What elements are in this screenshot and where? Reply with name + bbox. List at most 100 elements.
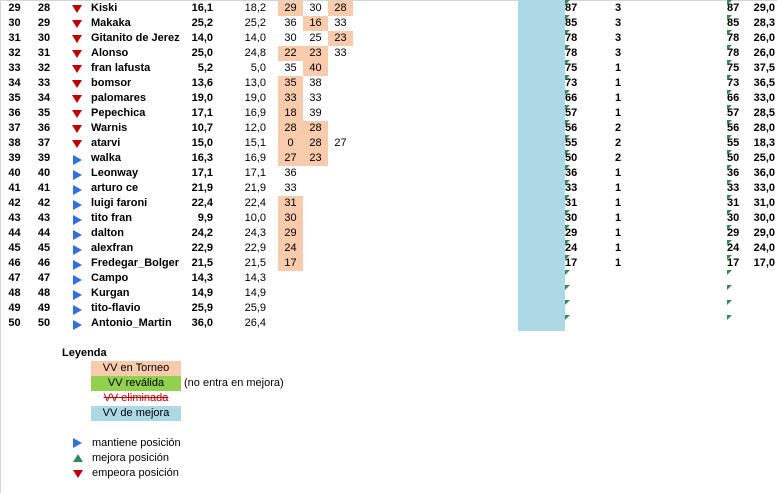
tournament-count: 1 [615, 92, 622, 104]
right-arrow-icon [73, 260, 82, 270]
comment-flag-icon [727, 0, 732, 5]
average [742, 271, 777, 286]
player-name: Pepechica [91, 107, 146, 119]
tournament-score: 28 [303, 121, 328, 136]
comment-flag-icon [565, 315, 570, 320]
down-arrow-icon [73, 470, 83, 478]
tournament-score [328, 106, 353, 121]
tournament-score: 38 [309, 77, 322, 89]
tournament-score: 23 [303, 151, 328, 166]
tournament-score [303, 196, 328, 211]
comment-flag-icon [565, 135, 570, 140]
comment-flag-icon [565, 45, 570, 50]
tournament-score: 22 [278, 46, 303, 61]
comment-flag-icon [727, 30, 732, 35]
tournament-count: 1 [615, 242, 622, 254]
tournament-score: 40 [303, 61, 328, 76]
value-2: 22,4 [244, 197, 266, 209]
player-name: walka [91, 152, 121, 164]
rank-current: 49 [8, 302, 21, 314]
tournament-score: 35 [278, 76, 303, 91]
tournament-score: 35 [284, 62, 297, 74]
rank-current: 36 [8, 107, 21, 119]
up-arrow-icon [73, 454, 83, 462]
mejora-column [518, 0, 565, 331]
rank-previous: 44 [37, 227, 51, 239]
comment-flag-icon [727, 315, 732, 320]
player-name: Leonway [91, 167, 139, 179]
average: 26,0 [753, 47, 775, 59]
player-name: palomares [91, 92, 147, 104]
comment-flag-icon [565, 210, 570, 215]
tournament-count: 2 [615, 152, 622, 164]
rank-current: 34 [8, 77, 21, 89]
rank-previous: 39 [37, 152, 51, 164]
tournament-count [615, 286, 635, 301]
value-1: 14,9 [191, 287, 213, 299]
comment-flag-icon [565, 180, 570, 185]
tournament-score: 25 [309, 32, 322, 44]
tournament-count [615, 316, 635, 331]
tournament-score [303, 271, 328, 286]
player-name: Gitanito de Jerez [91, 32, 180, 44]
rank-previous: 48 [37, 287, 51, 299]
comment-flag-icon [727, 120, 732, 125]
right-arrow-icon [73, 215, 82, 225]
comment-flag-icon [565, 120, 570, 125]
average: 26,0 [753, 32, 775, 44]
value-1: 25,0 [191, 47, 213, 59]
average: 36,5 [753, 77, 775, 89]
value-2: 22,9 [244, 242, 266, 254]
rank-current: 32 [8, 47, 21, 59]
rank-previous: 36 [37, 122, 51, 134]
value-1: 16,1 [191, 2, 213, 14]
tournament-count: 1 [615, 167, 622, 179]
average [742, 286, 777, 301]
average: 33,0 [753, 92, 775, 104]
tournament-score [328, 121, 353, 136]
tournament-count [615, 301, 635, 316]
tournament-score [328, 316, 353, 331]
tournament-count: 2 [615, 137, 622, 149]
player-name: tito fran [91, 212, 132, 224]
tournament-score [328, 241, 353, 256]
comment-flag-icon [565, 255, 570, 260]
tournament-score: 27 [278, 151, 303, 166]
tournament-count: 3 [615, 47, 622, 59]
tournament-score: 31 [278, 196, 303, 211]
tournament-count: 1 [615, 77, 622, 89]
value-1: 17,1 [191, 167, 213, 179]
tournament-score [303, 226, 328, 241]
tournament-score: 28 [328, 1, 353, 16]
player-name: bomsor [91, 77, 132, 89]
player-name: Kiski [91, 2, 118, 14]
legend-mejora: VV de mejora [91, 406, 181, 421]
value-2: 21,5 [244, 257, 266, 269]
value-1: 22,9 [191, 242, 213, 254]
tournament-score [328, 151, 353, 166]
comment-flag-icon [727, 300, 732, 305]
comment-flag-icon [565, 300, 570, 305]
tournament-score: 30 [278, 211, 303, 226]
tournament-count: 1 [615, 227, 622, 239]
value-1: 9,9 [197, 212, 213, 224]
tournament-score [303, 316, 328, 331]
comment-flag-icon [565, 60, 570, 65]
legend-mantiene: mantiene posición [92, 437, 181, 449]
player-name: fran lafusta [91, 62, 151, 74]
comment-flag-icon [727, 285, 732, 290]
rank-previous: 45 [37, 242, 51, 254]
comment-flag-icon [727, 255, 732, 260]
tournament-score: 33 [278, 91, 303, 106]
rank-current: 30 [8, 17, 21, 29]
tournament-count: 3 [615, 2, 622, 14]
down-arrow-icon [72, 35, 82, 43]
rank-current: 31 [8, 32, 21, 44]
tournament-count: 2 [615, 122, 622, 134]
value-2: 18,2 [244, 2, 266, 14]
tournament-score: 18 [278, 106, 303, 121]
tournament-score: 30 [284, 32, 297, 44]
tournament-score [278, 271, 303, 286]
comment-flag-icon [565, 240, 570, 245]
rank-current: 43 [8, 212, 21, 224]
